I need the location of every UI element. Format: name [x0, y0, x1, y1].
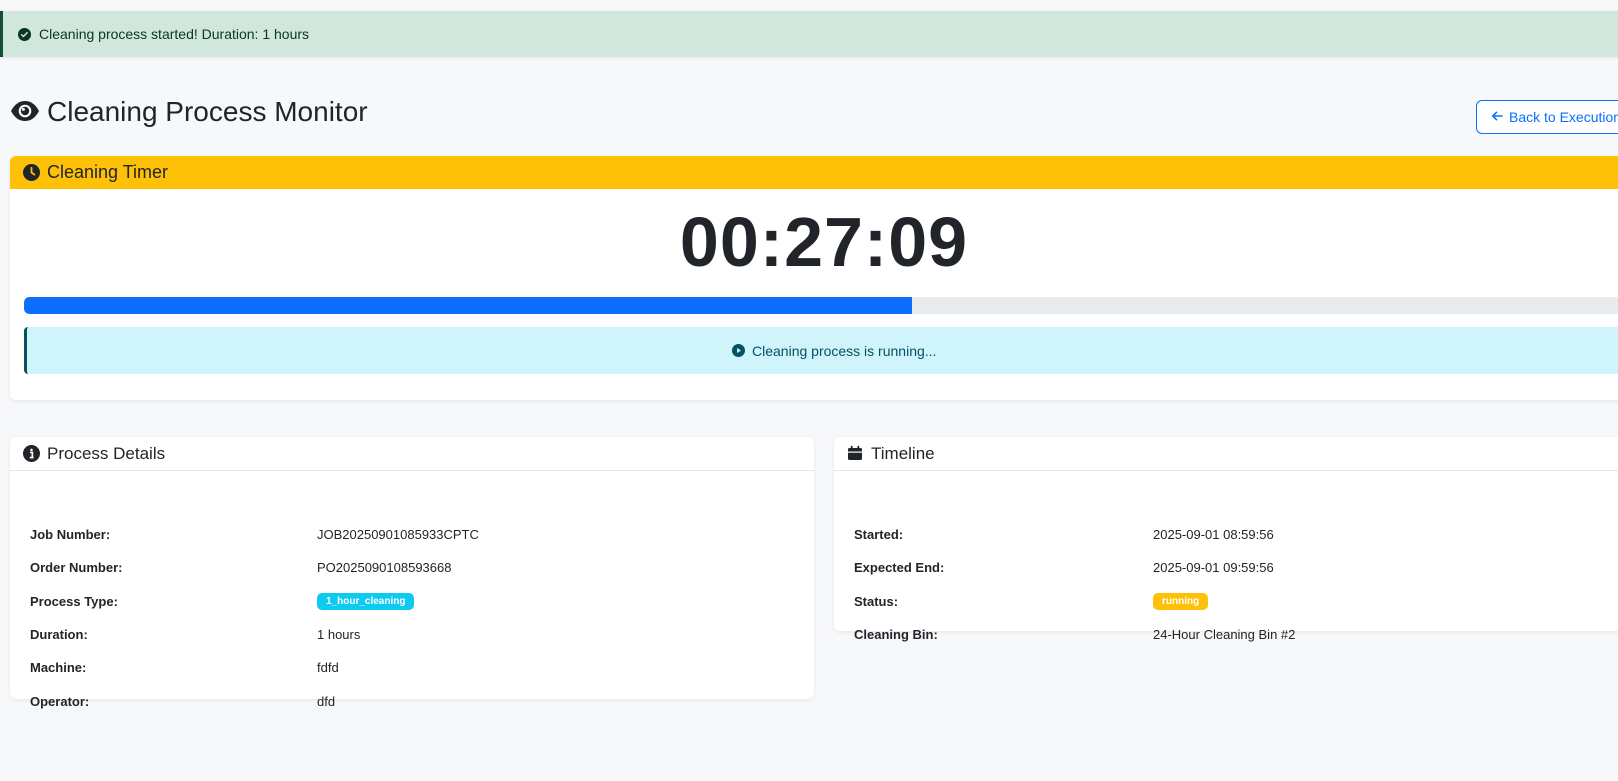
timeline-label: Expected End:: [854, 559, 945, 575]
timeline-value: 2025-09-01 08:59:56: [1153, 526, 1274, 542]
arrow-left-icon: [1491, 109, 1503, 125]
back-to-execution-button[interactable]: Back to Execution: [1476, 100, 1618, 134]
page-header: Cleaning Process Monitor: [10, 92, 368, 132]
status-badge: running: [1153, 593, 1209, 610]
timeline-header: Timeline: [834, 437, 1618, 471]
timeline-row-started: Started: 2025-09-01 08:59:56: [854, 524, 1274, 544]
running-status-text: Cleaning process is running...: [752, 342, 937, 359]
detail-label: Job Number:: [30, 526, 111, 542]
detail-row-operator: Operator: dfd: [30, 691, 335, 711]
progress-bar: [24, 297, 1618, 314]
detail-value: JOB20250901085933CPTC: [317, 526, 479, 542]
eye-icon: [10, 100, 40, 124]
timeline-label: Started:: [854, 526, 904, 542]
detail-value: dfd: [317, 693, 336, 709]
page-title: Cleaning Process Monitor: [47, 96, 368, 127]
timer-card: Cleaning Timer 00:27:09 Cleaning process…: [10, 156, 1618, 400]
back-button-label: Back to Execution: [1509, 109, 1618, 125]
detail-label: Operator:: [30, 693, 90, 709]
detail-row-machine: Machine: fdfd: [30, 657, 339, 677]
clock-icon: [23, 164, 40, 181]
detail-label: Process Type:: [30, 593, 118, 609]
detail-row-process-type: Process Type: 1_hour_cleaning: [30, 591, 415, 611]
info-circle-icon: [23, 445, 40, 462]
detail-value: 1 hours: [317, 626, 361, 642]
process-details-title: Process Details: [47, 443, 166, 463]
running-status-content: Cleaning process is running...: [732, 343, 936, 359]
detail-row-duration: Duration: 1 hours: [30, 624, 360, 644]
detail-label: Machine:: [30, 659, 87, 675]
detail-value: PO2025090108593668: [317, 559, 452, 575]
timer-value: 00:27:09: [679, 203, 969, 281]
success-alert-text: Cleaning process started! Duration: 1 ho…: [39, 26, 310, 42]
timeline-row-status: Status: running: [854, 591, 1209, 611]
detail-row-job-number: Job Number: JOB20250901085933CPTC: [30, 524, 479, 544]
calendar-icon: [847, 445, 864, 462]
timeline-label: Cleaning Bin:: [854, 626, 938, 642]
detail-label: Duration:: [30, 626, 88, 642]
play-circle-icon: [732, 344, 745, 357]
timeline-row-expected-end: Expected End: 2025-09-01 09:59:56: [854, 557, 1274, 577]
detail-label: Order Number:: [30, 559, 123, 575]
timer-card-title: Cleaning Timer: [47, 162, 169, 182]
progress-fill: [24, 297, 913, 314]
check-circle-icon: [18, 27, 31, 41]
process-type-badge: 1_hour_cleaning: [317, 593, 415, 610]
timeline-row-cleaning-bin: Cleaning Bin: 24-Hour Cleaning Bin #2: [854, 624, 1295, 644]
timeline-value: 24-Hour Cleaning Bin #2: [1153, 626, 1296, 642]
success-alert: Cleaning process started! Duration: 1 ho…: [0, 11, 1618, 57]
detail-row-order-number: Order Number: PO2025090108593668: [30, 557, 451, 577]
process-details-card: Process Details Job Number: JOB202509010…: [10, 437, 814, 709]
process-details-header: Process Details: [10, 437, 814, 471]
timeline-value: 2025-09-01 09:59:56: [1153, 559, 1274, 575]
timeline-label: Status:: [854, 593, 899, 609]
running-status-alert: Cleaning process is running...: [24, 327, 1618, 374]
timeline-card: Timeline Started: 2025-09-01 08:59:56 Ex…: [834, 437, 1618, 642]
detail-value: fdfd: [317, 659, 339, 675]
timeline-title: Timeline: [871, 443, 935, 463]
timer-card-header: Cleaning Timer: [10, 156, 1618, 189]
